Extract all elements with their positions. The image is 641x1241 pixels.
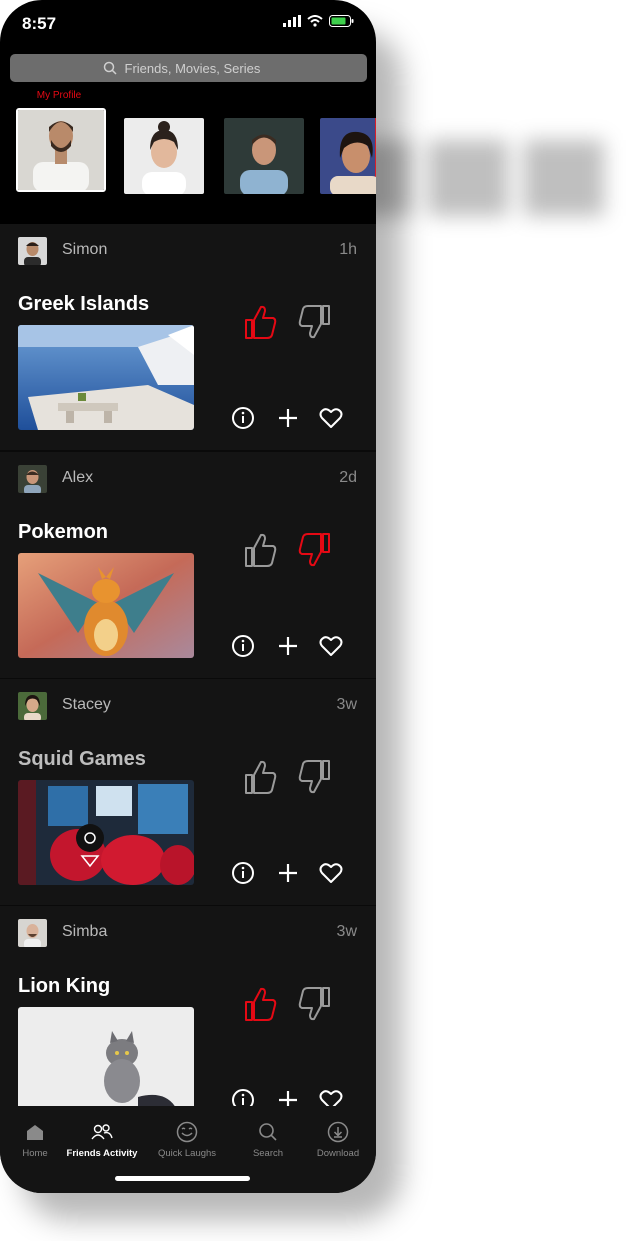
story-friend[interactable] (224, 118, 304, 194)
tab-friends-activity[interactable]: Friends Activity (62, 1120, 142, 1159)
title-thumbnail[interactable] (18, 780, 194, 885)
status-icons (283, 15, 354, 27)
story-shadow (428, 140, 508, 216)
status-time: 8:57 (22, 14, 57, 33)
activity-time: 3w (336, 696, 357, 713)
heart-icon (319, 636, 343, 656)
search-icon (103, 61, 117, 75)
favorite-button[interactable] (318, 1087, 344, 1106)
info-button[interactable] (230, 1087, 256, 1106)
activity-time: 3w (336, 923, 357, 940)
heart-icon (319, 1090, 343, 1106)
download-icon (327, 1121, 349, 1143)
title-thumbnail[interactable] (18, 553, 194, 658)
thumbs-up-icon[interactable] (243, 986, 277, 1022)
friend-name[interactable]: Alex (62, 469, 93, 487)
search-input[interactable] (124, 60, 275, 76)
heart-icon (319, 863, 343, 883)
title-name[interactable]: Squid Games (18, 748, 146, 771)
tab-search[interactable]: Search (228, 1120, 308, 1159)
favorite-button[interactable] (318, 633, 344, 659)
avatar[interactable] (18, 692, 47, 720)
thumbs-down-icon[interactable] (298, 986, 332, 1022)
status-bar: 8:57 (0, 0, 376, 46)
activity-time: 1h (339, 241, 357, 258)
tab-download[interactable]: Download (298, 1120, 376, 1159)
activity-time: 2d (339, 469, 357, 486)
thumbs-down-icon[interactable] (298, 532, 332, 568)
add-button[interactable] (275, 633, 301, 659)
activity-card: Simon 1h Greek Islands (0, 224, 376, 452)
title-name[interactable]: Pokemon (18, 521, 108, 544)
title-name[interactable]: Lion King (18, 975, 110, 998)
wifi-icon (307, 15, 323, 27)
info-button[interactable] (230, 633, 256, 659)
home-indicator[interactable] (115, 1176, 250, 1181)
plus-icon (279, 637, 297, 655)
info-icon (232, 407, 254, 429)
story-shadow (524, 140, 604, 216)
activity-card: Stacey 3w Squid Games (0, 679, 376, 907)
favorite-button[interactable] (318, 860, 344, 886)
tab-label: Search (252, 1148, 284, 1159)
thumbs-down-icon[interactable] (298, 304, 332, 340)
tab-label: Friends Activity (66, 1148, 138, 1159)
story-friend[interactable] (320, 118, 376, 194)
thumbs-up-icon[interactable] (243, 304, 277, 340)
heart-icon (319, 408, 343, 428)
tab-label: Home (22, 1148, 48, 1159)
friend-name[interactable]: Simon (62, 241, 107, 259)
thumbs-up-icon[interactable] (243, 532, 277, 568)
avatar[interactable] (18, 465, 47, 493)
my-profile-label: My Profile (36, 90, 82, 101)
add-button[interactable] (275, 860, 301, 886)
friends-icon (91, 1124, 113, 1140)
plus-icon (279, 864, 297, 882)
info-button[interactable] (230, 860, 256, 886)
info-button[interactable] (230, 405, 256, 431)
friend-name[interactable]: Simba (62, 923, 107, 941)
activity-card: Simba 3w Lion King (0, 906, 376, 1106)
tab-label: Quick Laughs (157, 1148, 217, 1159)
story-my-profile[interactable] (16, 108, 106, 192)
phone-screen: 8:57 My Profile Simon 1h (0, 0, 376, 1193)
title-name[interactable]: Greek Islands (18, 293, 149, 316)
plus-icon (279, 409, 297, 427)
home-icon (27, 1125, 43, 1140)
friends-activity-feed: Simon 1h Greek Islands Alex 2d Pokemon S… (0, 224, 376, 1106)
search-bar[interactable] (10, 54, 367, 82)
thumbs-up-icon[interactable] (243, 759, 277, 795)
title-thumbnail[interactable] (18, 325, 194, 430)
title-thumbnail[interactable] (18, 1007, 194, 1106)
info-icon (232, 635, 254, 657)
avatar[interactable] (18, 237, 47, 265)
tab-quick-laughs[interactable]: Quick Laughs (147, 1120, 227, 1159)
thumbs-down-icon[interactable] (298, 759, 332, 795)
avatar[interactable] (18, 919, 47, 947)
signal-icon (283, 15, 301, 27)
friend-name[interactable]: Stacey (62, 696, 111, 714)
plus-icon (279, 1091, 297, 1106)
favorite-button[interactable] (318, 405, 344, 431)
smiley-icon (176, 1121, 198, 1143)
add-button[interactable] (275, 1087, 301, 1106)
story-friend[interactable] (124, 118, 204, 194)
info-icon (232, 862, 254, 884)
search-icon (259, 1123, 277, 1141)
tab-label: Download (316, 1148, 360, 1159)
battery-icon (329, 15, 354, 27)
activity-card: Alex 2d Pokemon (0, 452, 376, 680)
add-button[interactable] (275, 405, 301, 431)
info-icon (232, 1089, 254, 1106)
